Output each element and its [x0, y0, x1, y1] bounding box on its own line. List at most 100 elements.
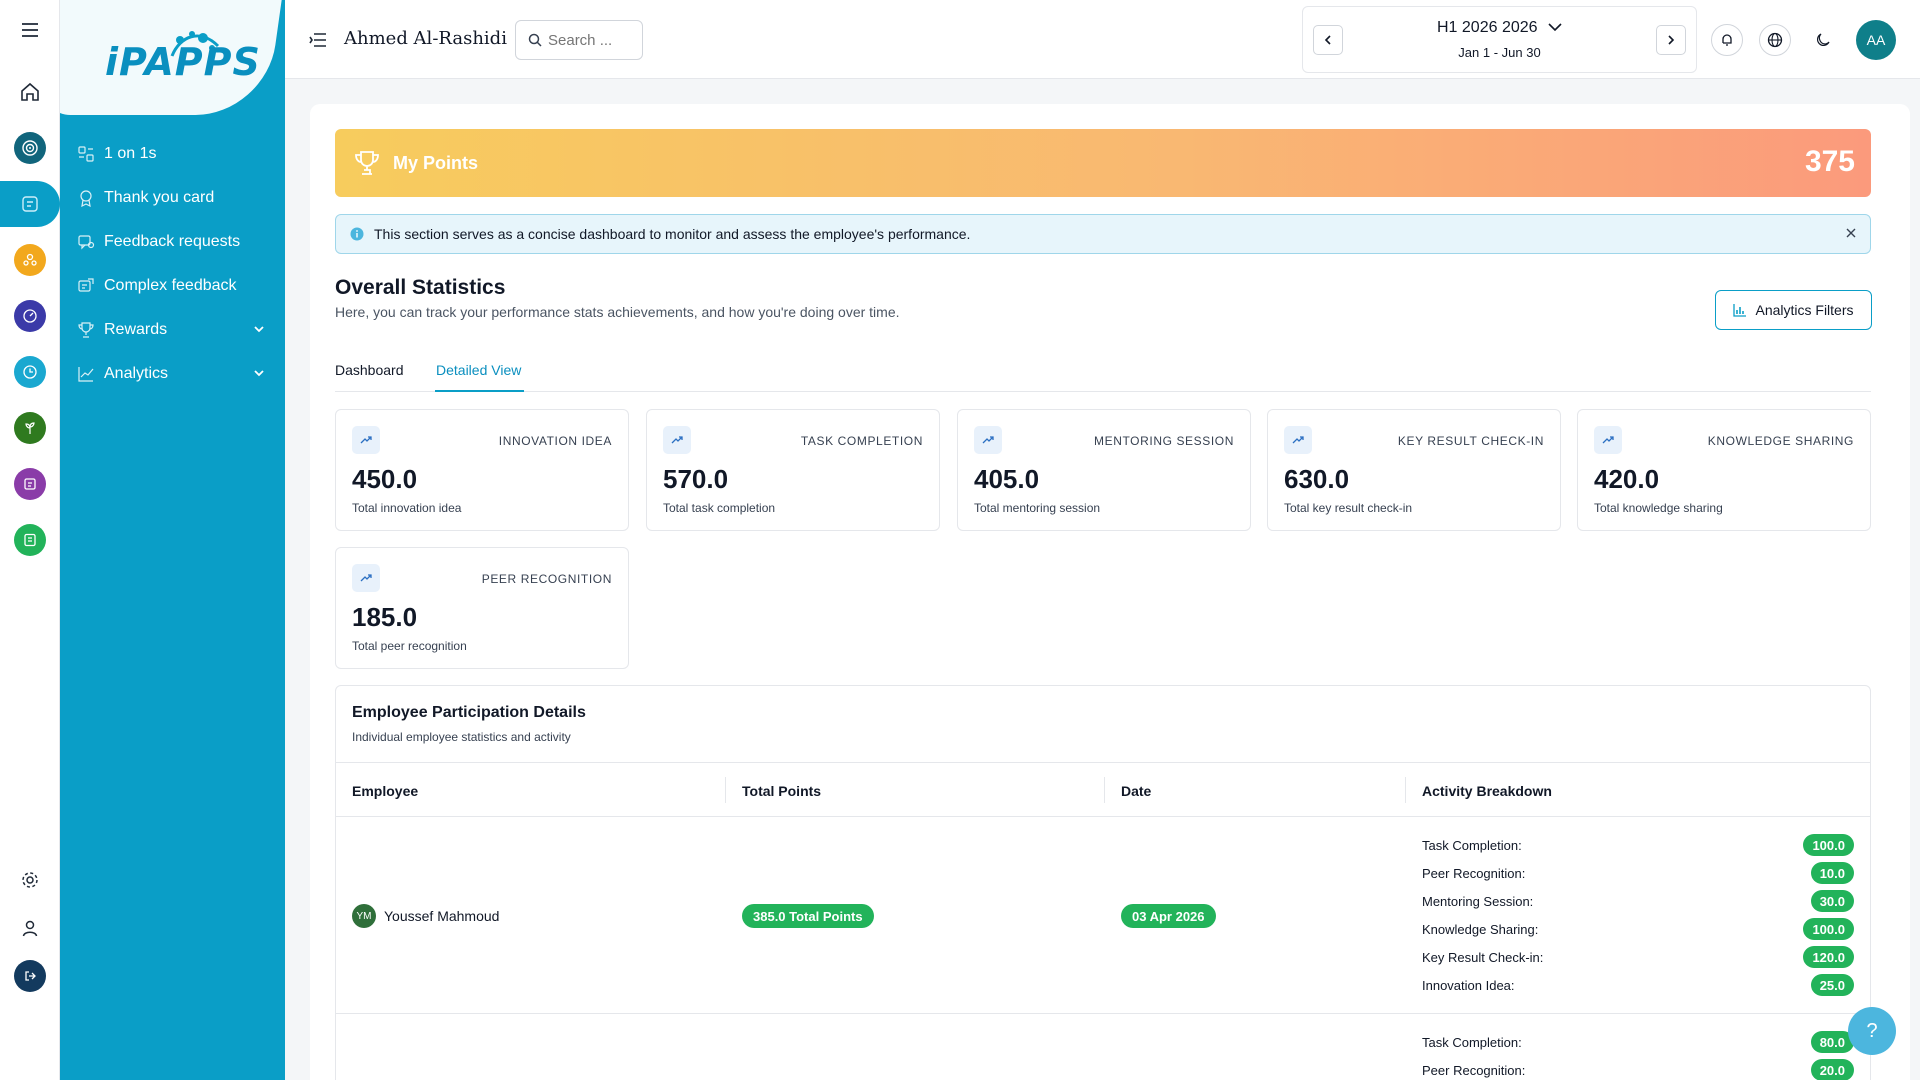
target-icon	[14, 132, 46, 164]
column-divider	[1405, 777, 1406, 803]
chevron-right-icon	[1668, 35, 1675, 45]
sidebar-item-analytics[interactable]: Analytics	[60, 354, 285, 394]
info-text: This section serves as a concise dashboa…	[374, 226, 971, 242]
chevron-down-icon	[254, 326, 264, 333]
report-icon	[14, 524, 46, 556]
next-period-button[interactable]	[1656, 25, 1686, 55]
stat-card-innovation-idea: INNOVATION IDEA 450.0 Total innovation i…	[335, 409, 629, 531]
chevron-down-icon	[1548, 23, 1562, 32]
info-alert: This section serves as a concise dashboa…	[335, 214, 1871, 254]
activity-label: Mentoring Session:	[1422, 894, 1534, 909]
help-button[interactable]: ?	[1848, 1007, 1896, 1055]
feedback-module-icon	[22, 196, 38, 212]
sidebar-item-complex-feedback[interactable]: Complex feedback	[60, 266, 285, 306]
trend-up-icon	[974, 426, 1002, 454]
avatar: YM	[352, 904, 376, 928]
activity-value-badge: 20.0	[1810, 1059, 1854, 1080]
stat-description: Total innovation idea	[352, 501, 462, 515]
sidebar-item-feedback-requests[interactable]: Feedback requests	[60, 222, 285, 262]
theme-toggle-button[interactable]	[1807, 24, 1839, 56]
stat-value: 420.0	[1594, 464, 1660, 494]
analytics-filters-button[interactable]: Analytics Filters	[1715, 290, 1872, 330]
gauge-icon	[14, 300, 46, 332]
profile-button[interactable]	[0, 906, 60, 950]
feedback-module-button[interactable]	[0, 182, 60, 226]
home-button[interactable]	[0, 70, 60, 114]
stat-card-task-completion: TASK COMPLETION 570.0 Total task complet…	[646, 409, 940, 531]
participation-subtitle: Individual employee statistics and activ…	[352, 730, 571, 744]
tab-detailed-view[interactable]: Detailed View	[436, 362, 521, 378]
trend-up-icon	[1284, 426, 1312, 454]
search-box[interactable]	[515, 20, 643, 60]
chevron-down-icon	[254, 370, 264, 377]
search-icon	[528, 33, 542, 47]
sidebar-item-label: Rewards	[104, 321, 168, 338]
stat-card-key-result-check-in: KEY RESULT CHECK-IN 630.0 Total key resu…	[1267, 409, 1561, 531]
collapse-menu-icon[interactable]	[309, 32, 327, 48]
stat-label: KNOWLEDGE SHARING	[1707, 434, 1854, 448]
column-divider	[725, 777, 726, 803]
employee-cell: YM Youssef Mahmoud	[352, 904, 499, 928]
column-header-total-points: Total Points	[742, 783, 822, 799]
team-icon	[14, 244, 46, 276]
participation-title: Employee Participation Details	[352, 704, 586, 721]
settings-button[interactable]	[0, 858, 60, 902]
period-range: Jan 1 - Jun 30	[1458, 45, 1541, 60]
comment-edit-icon	[76, 276, 96, 296]
stat-label: KEY RESULT CHECK-IN	[1397, 434, 1544, 448]
hamburger-icon	[22, 23, 38, 37]
performance-module-button[interactable]	[0, 294, 60, 338]
logout-button[interactable]	[0, 954, 60, 998]
survey-icon	[14, 468, 46, 500]
trend-up-icon	[352, 564, 380, 592]
team-module-button[interactable]	[0, 238, 60, 282]
sidebar-item-label: Complex feedback	[104, 277, 237, 294]
notifications-button[interactable]	[1711, 24, 1743, 56]
activity-label: Knowledge Sharing:	[1422, 922, 1539, 937]
activity-label: Peer Recognition:	[1422, 1063, 1526, 1078]
row-divider	[336, 1013, 1870, 1014]
stat-description: Total knowledge sharing	[1594, 501, 1723, 515]
globe-icon	[1767, 32, 1783, 48]
icon-rail	[0, 0, 60, 1080]
sidebar-item-rewards[interactable]: Rewards	[60, 310, 285, 350]
sidebar-item-1on1s[interactable]: 1 on 1s	[60, 134, 285, 174]
clock-icon	[14, 356, 46, 388]
gear-icon	[22, 872, 38, 888]
info-icon	[350, 227, 364, 241]
view-tabs: Dashboard Detailed View	[335, 356, 1871, 392]
bell-icon	[1722, 34, 1732, 46]
tab-dashboard[interactable]: Dashboard	[335, 362, 404, 378]
analytics-filters-label: Analytics Filters	[1755, 302, 1854, 318]
activity-label: Peer Recognition:	[1422, 866, 1526, 881]
growth-module-button[interactable]	[0, 406, 60, 450]
surveys-module-button[interactable]	[0, 462, 60, 506]
close-icon[interactable]	[1844, 226, 1858, 240]
home-icon	[21, 82, 39, 101]
menu-toggle-button[interactable]	[0, 8, 60, 52]
stat-card-mentoring-session: MENTORING SESSION 405.0 Total mentoring …	[957, 409, 1251, 531]
stat-label: MENTORING SESSION	[1094, 434, 1234, 448]
activity-label: Task Completion:	[1422, 1035, 1522, 1050]
column-header-activity-breakdown: Activity Breakdown	[1422, 783, 1552, 799]
feedback-request-icon	[76, 232, 96, 252]
line-chart-icon	[76, 364, 96, 384]
activity-value-badge: 100.0	[1803, 834, 1854, 856]
stat-label: TASK COMPLETION	[800, 434, 923, 448]
reports-module-button[interactable]	[0, 518, 60, 562]
language-button[interactable]	[1759, 24, 1791, 56]
period-dropdown[interactable]: H1 2026 2026	[1303, 19, 1696, 37]
goals-module-button[interactable]	[0, 126, 60, 170]
table-header: Employee Total Points Date Activity Brea…	[336, 762, 1870, 817]
sidebar-item-thank-you-card[interactable]: Thank you card	[60, 178, 285, 218]
my-points-label: My Points	[393, 152, 479, 173]
sidebar-item-label: Analytics	[104, 365, 169, 382]
search-input[interactable]	[548, 31, 638, 49]
stat-description: Total key result check-in	[1284, 501, 1413, 515]
stat-value: 630.0	[1284, 464, 1350, 494]
avatar[interactable]: AA	[1856, 20, 1896, 60]
participation-table-card: Employee Participation Details Individua…	[335, 685, 1871, 1080]
time-module-button[interactable]	[0, 350, 60, 394]
activity-label: Task Completion:	[1422, 838, 1522, 853]
stat-value: 185.0	[352, 602, 418, 632]
